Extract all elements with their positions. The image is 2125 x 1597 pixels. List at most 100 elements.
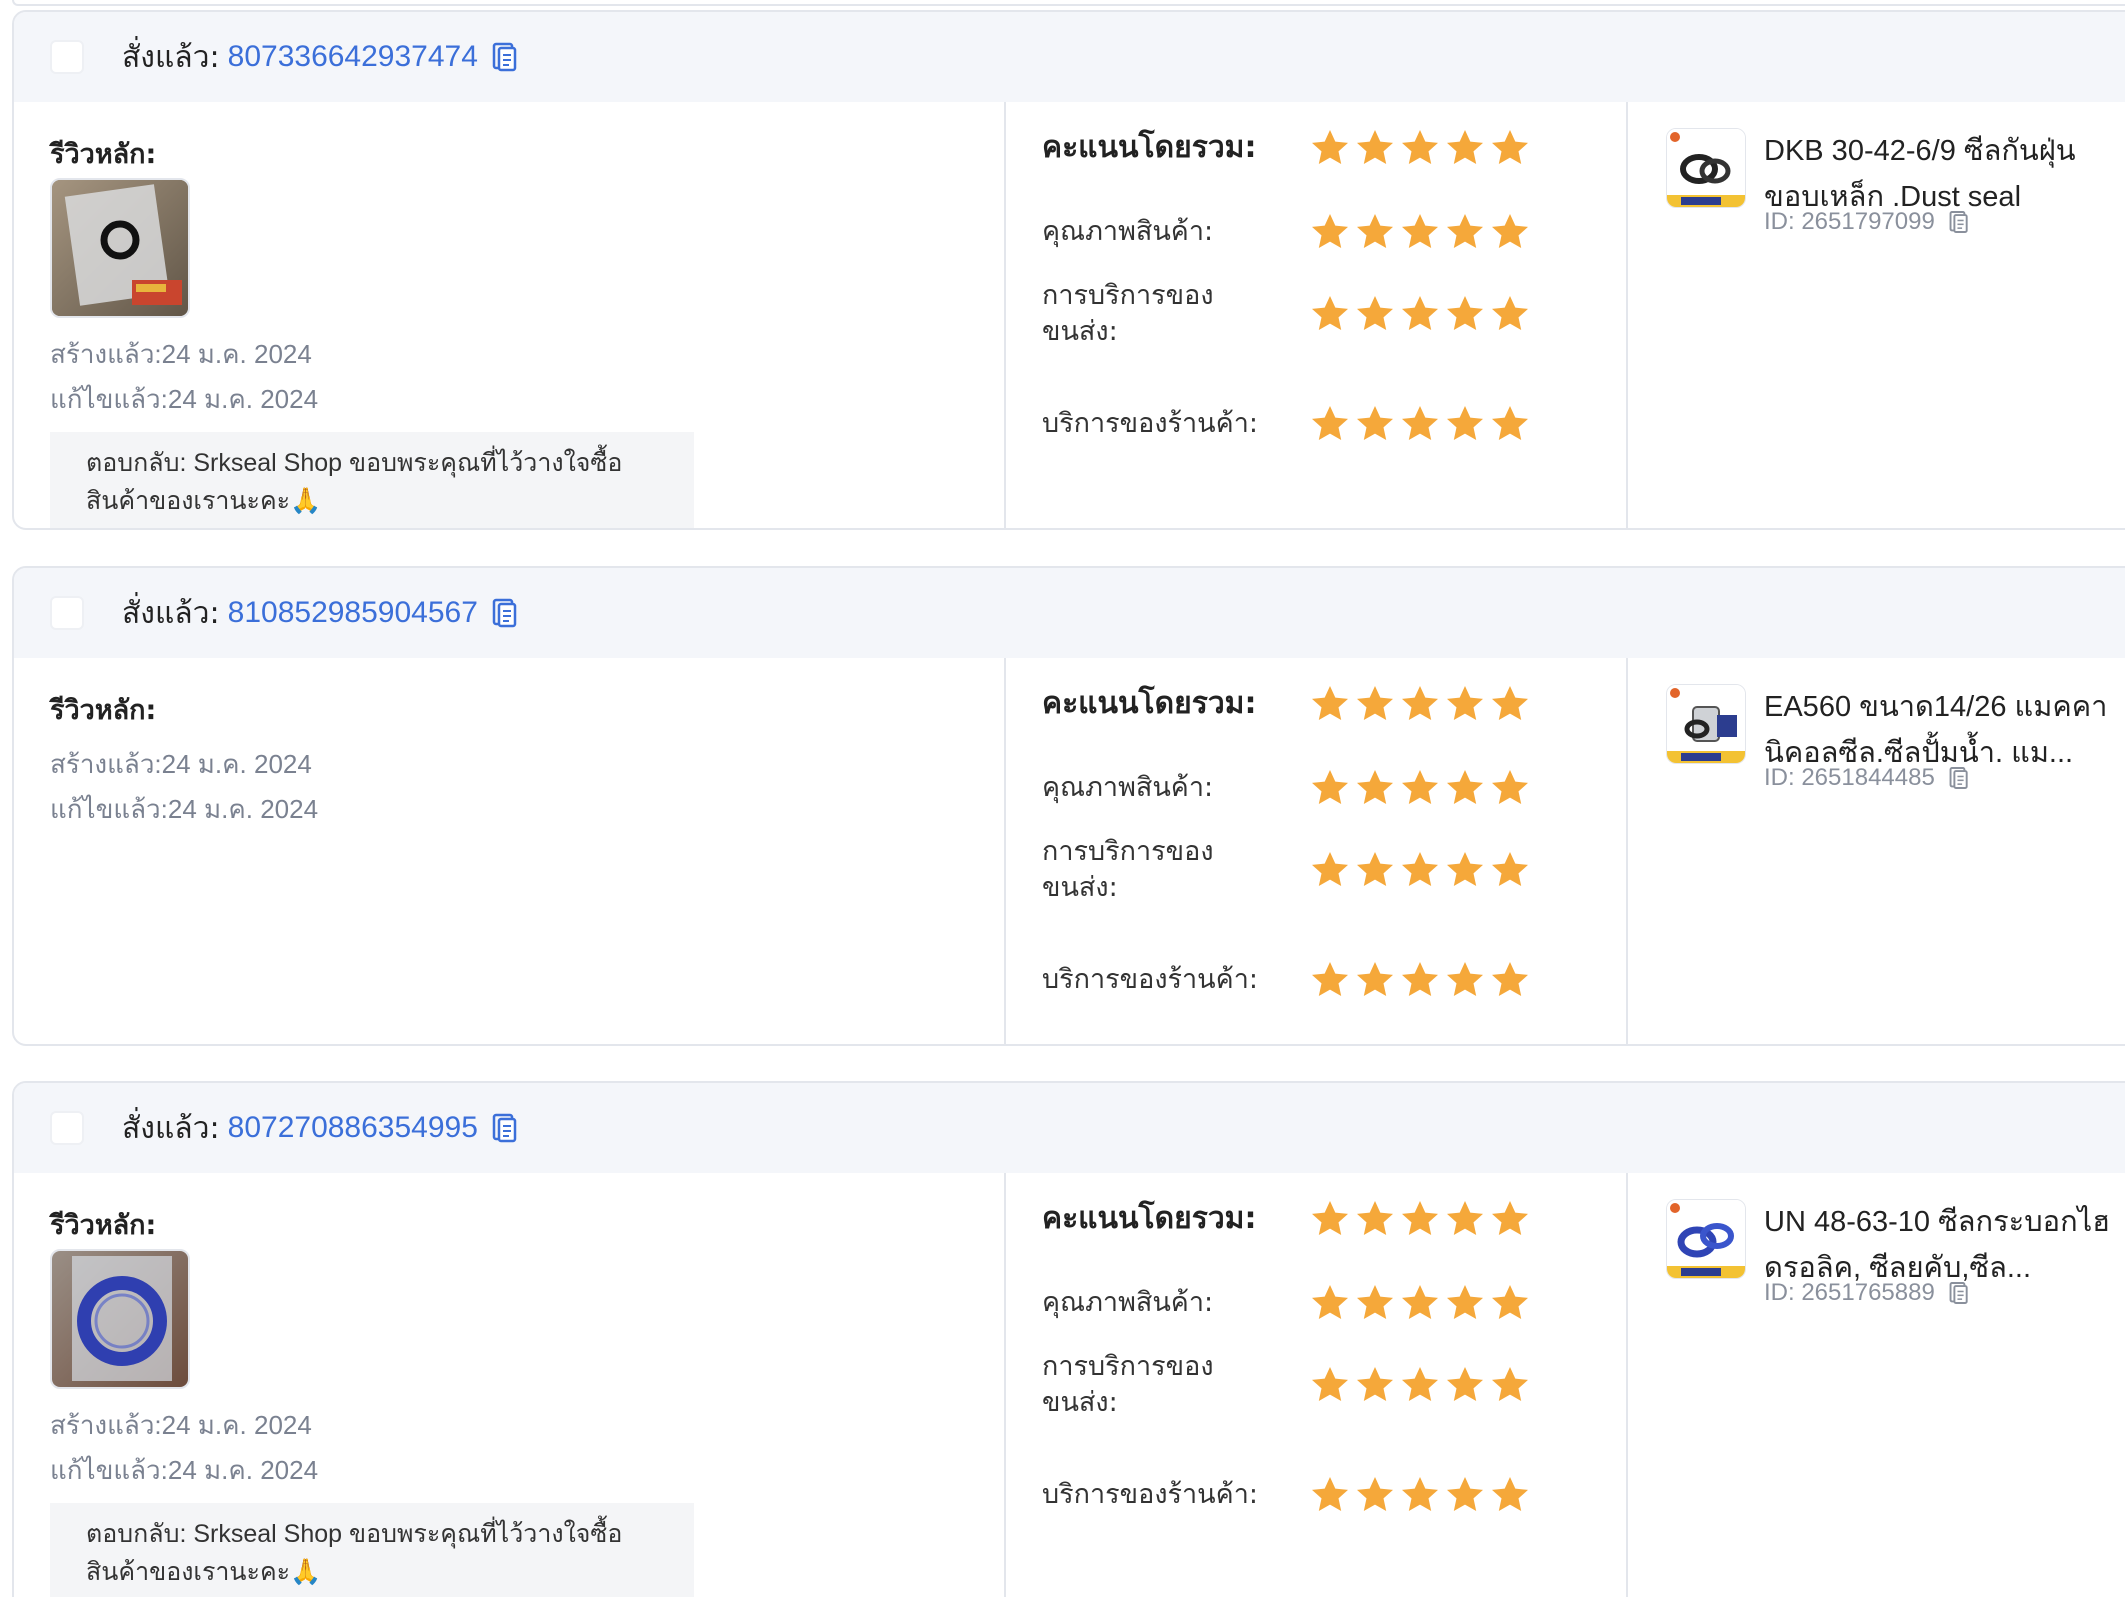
star-icon	[1357, 962, 1393, 996]
overall-rating-stars	[1310, 128, 1530, 168]
star-icon	[1447, 1477, 1483, 1511]
main-review-label: รีวิวหลัก:	[50, 139, 157, 170]
product-item[interactable]: EA560 ขนาด14/26 แมคคานิคอลซีล.ซีลปั้มน้ำ…	[1666, 684, 2114, 792]
edited-date: แก้ไขแล้ว:24 ม.ค. 2024	[50, 1455, 319, 1485]
order-id-link[interactable]: 807336642937474	[228, 40, 478, 74]
star-icon	[1357, 770, 1393, 804]
star-icon	[1312, 1201, 1348, 1235]
select-checkbox[interactable]	[50, 596, 84, 630]
product-thumbnail[interactable]	[1666, 1199, 1746, 1279]
star-icon	[1492, 686, 1528, 720]
star-icon	[1492, 1201, 1528, 1235]
product-name[interactable]: EA560 ขนาด14/26 แมคคานิคอลซีล.ซีลปั้มน้ำ…	[1764, 684, 2114, 776]
star-icon	[1492, 1367, 1528, 1401]
star-icon	[1447, 1201, 1483, 1235]
product-item[interactable]: DKB 30-42-6/9 ซีลกันฝุ่น ขอบเหล็ก .Dust …	[1666, 128, 2114, 236]
order-id-link[interactable]: 810852985904567	[228, 596, 478, 630]
order-id-link[interactable]: 807270886354995	[228, 1111, 478, 1145]
ordered-label: สั่งแล้ว:	[122, 39, 220, 75]
review-photo[interactable]	[50, 178, 190, 318]
star-icon	[1402, 130, 1438, 164]
product-quality-label: คุณภาพสินค้า:	[1042, 772, 1214, 803]
product-thumbnail[interactable]	[1666, 128, 1746, 208]
shipping-service-label: การบริการของ ขนส่ง:	[1042, 280, 1214, 347]
shipping-service-label: การบริการของ ขนส่ง:	[1042, 836, 1214, 903]
shipping-service-label: การบริการของ ขนส่ง:	[1042, 1351, 1214, 1418]
star-icon	[1402, 1367, 1438, 1401]
star-icon	[1312, 962, 1348, 996]
copy-icon[interactable]	[492, 598, 518, 628]
select-checkbox[interactable]	[50, 40, 84, 74]
star-icon	[1402, 962, 1438, 996]
order-header: สั่งแล้ว: 807336642937474	[14, 12, 2125, 102]
shipping-service-stars	[1310, 294, 1530, 334]
copy-icon[interactable]	[492, 42, 518, 72]
star-icon	[1447, 130, 1483, 164]
review-photo[interactable]	[50, 1249, 190, 1389]
copy-icon[interactable]	[1949, 1281, 1969, 1305]
star-icon	[1447, 1367, 1483, 1401]
star-icon	[1402, 686, 1438, 720]
star-icon	[1312, 296, 1348, 330]
ratings-column: คะแนนโดยรวม: คุณภาพสินค้า: การบริการของข…	[1006, 102, 1628, 528]
product-name[interactable]: DKB 30-42-6/9 ซีลกันฝุ่น ขอบเหล็ก .Dust …	[1764, 128, 2114, 220]
star-icon	[1447, 214, 1483, 248]
star-icon	[1357, 214, 1393, 248]
created-date: สร้างแล้ว:24 ม.ค. 2024	[50, 749, 312, 779]
product-column: EA560 ขนาด14/26 แมคคานิคอลซีล.ซีลปั้มน้ำ…	[1628, 658, 2125, 1044]
star-icon	[1402, 1201, 1438, 1235]
star-icon	[1402, 1285, 1438, 1319]
star-icon	[1312, 214, 1348, 248]
star-icon	[1402, 296, 1438, 330]
product-name[interactable]: UN 48-63-10 ซีลกระบอกไฮดรอลิค, ซีลยคับ,ซ…	[1764, 1199, 2114, 1291]
star-icon	[1492, 962, 1528, 996]
star-icon	[1357, 406, 1393, 440]
product-quality-label: คุณภาพสินค้า:	[1042, 216, 1214, 247]
star-icon	[1447, 770, 1483, 804]
copy-icon[interactable]	[492, 1113, 518, 1143]
star-icon	[1492, 296, 1528, 330]
star-icon	[1357, 686, 1393, 720]
star-icon	[1312, 770, 1348, 804]
star-icon	[1312, 130, 1348, 164]
shop-service-stars	[1310, 404, 1530, 444]
main-review-label: รีวิวหลัก:	[50, 1210, 157, 1241]
star-icon	[1357, 296, 1393, 330]
review-content-column: รีวิวหลัก: สร้างแล้ว:24 ม.ค. 2024 แก้ไขแ…	[14, 658, 1006, 1044]
star-icon	[1447, 686, 1483, 720]
product-item[interactable]: UN 48-63-10 ซีลกระบอกไฮดรอลิค, ซีลยคับ,ซ…	[1666, 1199, 2114, 1307]
star-icon	[1492, 1477, 1528, 1511]
star-icon	[1312, 406, 1348, 440]
star-icon	[1492, 852, 1528, 886]
shop-service-stars	[1310, 1475, 1530, 1515]
edited-date: แก้ไขแล้ว:24 ม.ค. 2024	[50, 384, 319, 414]
star-icon	[1312, 852, 1348, 886]
shop-reply: ตอบกลับ: Srkseal Shop ขอบพระคุณที่ไว้วาง…	[50, 1503, 694, 1597]
overall-rating-label: คะแนนโดยรวม:	[1042, 1201, 1257, 1236]
edited-date: แก้ไขแล้ว:24 ม.ค. 2024	[50, 794, 319, 824]
ordered-label: สั่งแล้ว:	[122, 595, 220, 631]
order-header: สั่งแล้ว: 807270886354995	[14, 1083, 2125, 1173]
product-thumbnail[interactable]	[1666, 684, 1746, 764]
created-date: สร้างแล้ว:24 ม.ค. 2024	[50, 1410, 312, 1440]
copy-icon[interactable]	[1949, 210, 1969, 234]
star-icon	[1357, 1201, 1393, 1235]
product-column: UN 48-63-10 ซีลกระบอกไฮดรอลิค, ซีลยคับ,ซ…	[1628, 1173, 2125, 1597]
select-checkbox[interactable]	[50, 1111, 84, 1145]
product-quality-stars	[1310, 1283, 1530, 1323]
star-icon	[1492, 1285, 1528, 1319]
shop-service-stars	[1310, 960, 1530, 1000]
overall-rating-label: คะแนนโดยรวม:	[1042, 686, 1257, 721]
main-review-label: รีวิวหลัก:	[50, 695, 157, 726]
star-icon	[1357, 1285, 1393, 1319]
star-icon	[1402, 770, 1438, 804]
star-icon	[1402, 406, 1438, 440]
overall-rating-label: คะแนนโดยรวม:	[1042, 130, 1257, 165]
star-icon	[1402, 852, 1438, 886]
review-card: สั่งแล้ว: 810852985904567 รีวิวหลัก: สร้…	[12, 566, 2125, 1046]
product-column: DKB 30-42-6/9 ซีลกันฝุ่น ขอบเหล็ก .Dust …	[1628, 102, 2125, 528]
star-icon	[1492, 770, 1528, 804]
copy-icon[interactable]	[1949, 766, 1969, 790]
star-icon	[1447, 1285, 1483, 1319]
star-icon	[1312, 686, 1348, 720]
